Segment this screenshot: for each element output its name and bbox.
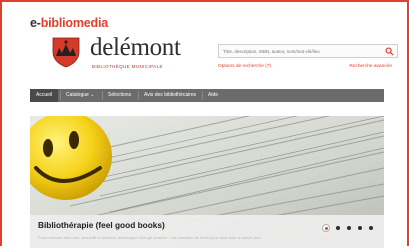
carousel-dot-3[interactable] <box>347 226 351 230</box>
carousel-dot-4[interactable] <box>358 226 362 230</box>
search-options-link[interactable]: Options de recherche (7) <box>218 64 271 69</box>
carousel-dot-5[interactable] <box>369 226 373 230</box>
nav-item-catalogue[interactable]: Catalogue ⌄ <box>60 89 100 102</box>
carousel-dot-1[interactable] <box>322 224 330 232</box>
slide-description: Pour retrouver bien-être, accueillir le … <box>38 235 261 240</box>
library-subtitle: BIBLIOTHÈQUE MUNICIPALE <box>92 64 163 69</box>
nav-item-avis-bibliothecaires[interactable]: Avis des bibliothécaires <box>138 89 202 102</box>
site-header: e-bibliomedia delémont BIBLIOTHÈQUE MUNI… <box>30 10 398 84</box>
coat-of-arms-icon <box>52 37 80 68</box>
search-icon[interactable] <box>385 47 394 56</box>
e-bibliomedia-logo[interactable]: e-bibliomedia <box>30 16 108 30</box>
page-frame: e-bibliomedia delémont BIBLIOTHÈQUE MUNI… <box>0 0 409 248</box>
nav-item-aide[interactable]: Aide <box>202 89 224 102</box>
library-logo[interactable]: delémont BIBLIOTHÈQUE MUNICIPALE <box>50 34 190 74</box>
nav-item-selections[interactable]: Sélections <box>102 89 137 102</box>
search-box <box>218 44 398 58</box>
featured-carousel[interactable]: Bibliothérapie (feel good books) Pour re… <box>30 116 384 248</box>
brand-name: bibliomedia <box>40 16 108 30</box>
library-name: delémont <box>90 34 181 61</box>
slide-title[interactable]: Bibliothérapie (feel good books) <box>38 220 165 230</box>
search-input[interactable] <box>219 45 383 57</box>
carousel-caption: Bibliothérapie (feel good books) Pour re… <box>30 215 384 248</box>
advanced-search-link[interactable]: Recherche avancée <box>349 64 392 69</box>
brand-prefix: e- <box>30 16 41 30</box>
nav-item-accueil[interactable]: Accueil <box>30 89 59 102</box>
carousel-dot-2[interactable] <box>336 226 340 230</box>
carousel-pagination <box>322 223 378 233</box>
main-navigation: Accueil Catalogue ⌄ Sélections Avis des … <box>30 89 384 102</box>
